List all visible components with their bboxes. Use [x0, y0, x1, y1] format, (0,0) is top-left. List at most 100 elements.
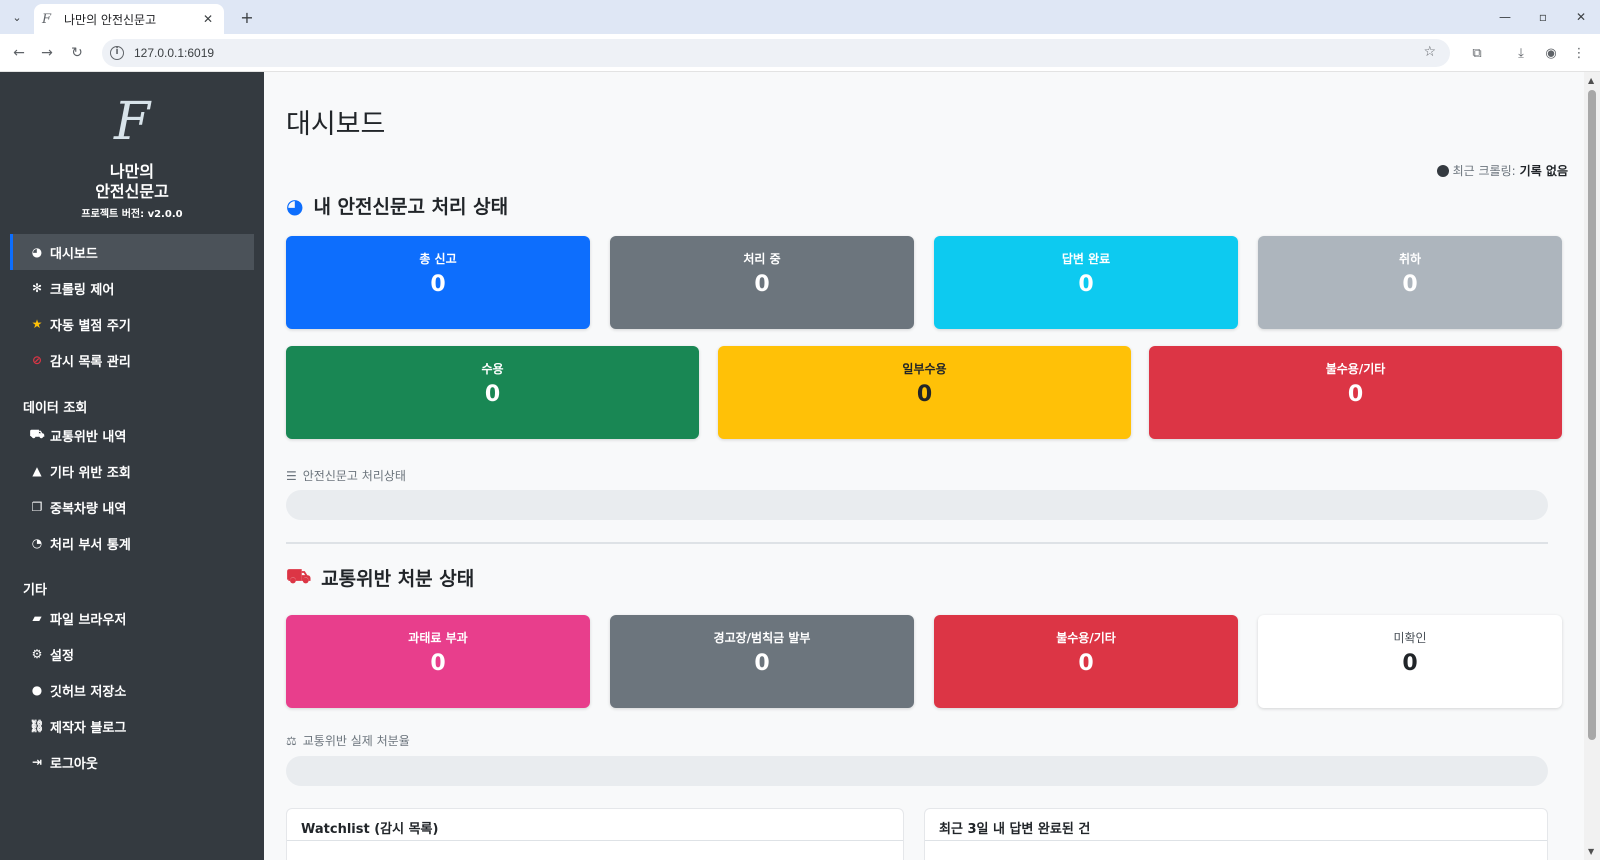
window-close-icon[interactable]: ✕ [1570, 6, 1592, 28]
report-progress-bar [286, 490, 1548, 520]
minimize-icon[interactable]: — [1494, 6, 1516, 28]
sidebar-item-crawling[interactable]: ✻ 크롤링 제어 [10, 270, 254, 306]
dashboard-icon: ◕ [31, 245, 43, 259]
recent-answered-panel-title: 최근 3일 내 답변 완료된 건 [925, 809, 1547, 841]
sidebar-item-settings[interactable]: ⚙ 설정 [10, 636, 254, 672]
extensions-icon[interactable]: ⧉ [1466, 42, 1488, 64]
traffic-section-heading: 교통위반 처분 상태 [321, 568, 475, 590]
browser-tab[interactable]: F 나만의 안전신문고 ✕ [34, 4, 224, 34]
eye-slash-icon: ⊘ [31, 353, 43, 367]
scale-icon: ⚖ [286, 733, 297, 748]
sidebar-item-duplicate[interactable]: ❐ 중복차량 내역 [10, 489, 254, 525]
browser-tab-bar: ⌄ F 나만의 안전신문고 ✕ + — ▫ ✕ [0, 0, 1600, 34]
sidebar-item-label: 설정 [50, 648, 74, 664]
card-label: 과태료 부과 [408, 631, 468, 645]
traffic-progress-label: ⚖ 교통위반 실제 처분율 [286, 732, 410, 749]
card-traffic-rejected[interactable]: 불수용/기타 0 [934, 615, 1238, 708]
card-answered[interactable]: 답변 완료 0 [934, 236, 1238, 329]
sidebar-item-other-violation[interactable]: ▲ 기타 위반 조회 [10, 453, 254, 489]
forward-icon[interactable]: → [36, 42, 58, 64]
card-label: 처리 중 [743, 252, 781, 266]
card-fine-imposed[interactable]: 과태료 부과 0 [286, 615, 590, 708]
sidebar-item-label: 감시 목록 관리 [50, 354, 131, 370]
sidebar-item-dashboard[interactable]: ◕ 대시보드 [10, 234, 254, 270]
copy-icon: ❐ [31, 500, 43, 514]
brand-line2: 안전신문고 [95, 182, 169, 201]
pie-chart-icon: ◔ [31, 536, 43, 550]
traffic-progress-bar [286, 756, 1548, 786]
recent-answered-panel: 최근 3일 내 답변 완료된 건 [924, 808, 1548, 860]
card-value: 0 [430, 272, 446, 297]
menu-icon[interactable]: ⋮ [1568, 42, 1590, 64]
profile-icon[interactable]: ◉ [1540, 42, 1562, 64]
card-value: 0 [1078, 272, 1094, 297]
sidebar-item-label: 처리 부서 통계 [50, 537, 131, 553]
sidebar-section-other: 기타 [23, 583, 47, 598]
card-value: 0 [430, 651, 446, 676]
site-info-icon[interactable]: i [110, 46, 124, 60]
version-text: 프로젝트 버전: v2.0.0 [81, 209, 183, 220]
card-label: 불수용/기타 [1056, 631, 1116, 645]
last-crawl-status: 최근 크롤링: 기록 없음 [1436, 162, 1568, 179]
maximize-icon[interactable]: ▫ [1532, 6, 1554, 28]
sidebar-item-label: 교통위반 내역 [50, 429, 127, 445]
sidebar-item-github[interactable]: ● 깃허브 저장소 [10, 672, 254, 708]
sidebar-item-traffic[interactable]: ⛟ 교통위반 내역 [10, 417, 254, 453]
brand-name: 나만의 안전신문고 [0, 162, 264, 202]
bug-icon: ✻ [31, 281, 43, 295]
card-label: 일부수용 [902, 362, 947, 376]
address-bar[interactable]: i 127.0.0.1:6019 ☆ [102, 39, 1450, 67]
reload-icon[interactable]: ↻ [66, 42, 88, 64]
sidebar-item-blog[interactable]: ⛓ 제작자 블로그 [10, 708, 254, 744]
tab-list-icon[interactable]: ⌄ [6, 6, 28, 28]
card-rejected[interactable]: 불수용/기타 0 [1149, 346, 1562, 439]
card-label: 총 신고 [419, 252, 457, 266]
sidebar-item-label: 대시보드 [50, 246, 98, 262]
card-accepted[interactable]: 수용 0 [286, 346, 699, 439]
section-divider [286, 542, 1548, 544]
link-icon: ⛓ [29, 719, 45, 733]
report-progress-label: ☰ 안전신문고 처리상태 [286, 467, 406, 484]
sidebar-item-auto-rating[interactable]: ★ 자동 별점 주기 [10, 306, 254, 342]
card-unconfirmed[interactable]: 미확인 0 [1258, 615, 1562, 708]
traffic-section-title: ⛟ 교통위반 처분 상태 [286, 564, 474, 591]
report-section-heading: 내 안전신문고 처리 상태 [313, 196, 509, 218]
scroll-up-icon[interactable]: ▲ [1588, 76, 1594, 85]
card-warning-penalty[interactable]: 경고장/범칙금 발부 0 [610, 615, 914, 708]
sidebar-item-label: 기타 위반 조회 [50, 465, 131, 481]
new-tab-icon[interactable]: + [236, 6, 258, 28]
card-value: 0 [754, 272, 770, 297]
scroll-thumb[interactable] [1588, 90, 1596, 740]
sidebar-item-dept-stats[interactable]: ◔ 처리 부서 통계 [10, 525, 254, 561]
bookmark-star-icon[interactable]: ☆ [1423, 44, 1436, 60]
sidebar-item-logout[interactable]: ⇥ 로그아웃 [10, 744, 254, 780]
url-text[interactable]: 127.0.0.1:6019 [134, 46, 214, 60]
sidebar-item-file-browser[interactable]: ▰ 파일 브라우저 [10, 600, 254, 636]
card-processing[interactable]: 처리 중 0 [610, 236, 914, 329]
card-label: 미확인 [1393, 631, 1427, 645]
card-label: 불수용/기타 [1325, 362, 1386, 376]
card-partially-accepted[interactable]: 일부수용 0 [718, 346, 1131, 439]
scroll-down-icon[interactable]: ▼ [1588, 847, 1594, 856]
watchlist-panel-title: Watchlist (감시 목록) [287, 809, 903, 841]
download-icon[interactable]: ⤓ [1510, 42, 1532, 64]
sidebar-item-label: 자동 별점 주기 [50, 318, 131, 334]
page-title: 대시보드 [286, 109, 386, 140]
traffic-progress-label-text: 교통위반 실제 처분율 [302, 734, 410, 748]
logout-icon: ⇥ [31, 755, 43, 769]
card-value: 0 [484, 382, 501, 407]
page-scrollbar[interactable]: ▲ ▼ [1584, 72, 1600, 860]
car-crash-icon: ⛟ [286, 564, 312, 588]
sidebar: F 나만의 안전신문고 프로젝트 버전: v2.0.0 ◕ 대시보드 ✻ 크롤링… [0, 72, 264, 860]
main-content: 대시보드 최근 크롤링: 기록 없음 ◕ 내 안전신문고 처리 상태 총 신고 … [264, 72, 1584, 860]
card-total-reports[interactable]: 총 신고 0 [286, 236, 590, 329]
card-withdrawn[interactable]: 취하 0 [1258, 236, 1562, 329]
close-icon[interactable]: ✕ [200, 12, 216, 26]
card-label: 취하 [1398, 252, 1422, 266]
report-progress-label-text: 안전신문고 처리상태 [302, 469, 406, 483]
last-crawl-value: 기록 없음 [1519, 164, 1568, 178]
star-icon: ★ [31, 317, 43, 331]
sidebar-item-watchlist[interactable]: ⊘ 감시 목록 관리 [10, 342, 254, 378]
back-icon[interactable]: ← [8, 42, 30, 64]
sidebar-item-label: 제작자 블로그 [50, 720, 127, 736]
